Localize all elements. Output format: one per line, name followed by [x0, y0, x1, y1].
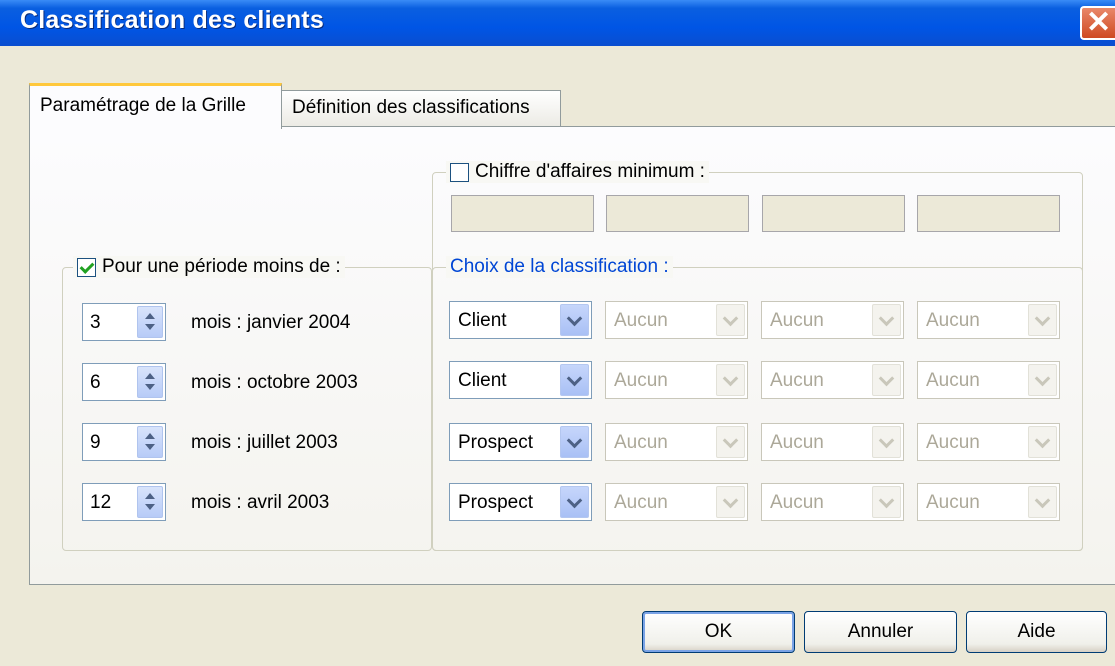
months-spinner-3[interactable]: 9: [82, 423, 166, 461]
chevron-down-icon[interactable]: [560, 364, 589, 396]
ok-button[interactable]: OK: [642, 611, 795, 653]
title-bar: Classification des clients ✕: [0, 0, 1115, 46]
close-icon: ✕: [1086, 6, 1112, 39]
revenue-group-legend: Chiffre d'affaires minimum :: [446, 161, 709, 183]
classification-select-r1c4: Aucun: [917, 301, 1060, 339]
revenue-field-1: [451, 195, 594, 232]
revenue-field-3: [762, 195, 905, 232]
classification-group-legend: Choix de la classification :: [446, 256, 673, 278]
classification-select-r3c2: Aucun: [605, 423, 748, 461]
spinner-arrows-icon[interactable]: [137, 486, 163, 518]
spinner-arrows-icon[interactable]: [137, 366, 163, 398]
classification-select-r1c1[interactable]: Client: [449, 301, 592, 339]
tab-parametrage-grille[interactable]: Paramétrage de la Grille: [29, 83, 282, 129]
chevron-down-icon: [1028, 304, 1057, 336]
classification-select-r2c1[interactable]: Client: [449, 361, 592, 399]
chevron-down-icon[interactable]: [560, 486, 589, 518]
chevron-down-icon[interactable]: [560, 304, 589, 336]
classification-select-r4c3: Aucun: [761, 483, 904, 521]
help-button[interactable]: Aide: [966, 611, 1107, 653]
revenue-field-2: [606, 195, 749, 232]
chevron-down-icon: [872, 364, 901, 396]
period-text-2: mois : octobre 2003: [191, 372, 358, 393]
months-spinner-4[interactable]: 12: [82, 483, 166, 521]
chevron-down-icon: [872, 486, 901, 518]
classification-label: Choix de la classification :: [450, 256, 669, 277]
classification-select-r1c2: Aucun: [605, 301, 748, 339]
classification-select-r3c1[interactable]: Prospect: [449, 423, 592, 461]
revenue-field-4: [917, 195, 1060, 232]
chevron-down-icon: [716, 304, 745, 336]
classification-select-r1c3: Aucun: [761, 301, 904, 339]
classification-select-r4c1[interactable]: Prospect: [449, 483, 592, 521]
revenue-label: Chiffre d'affaires minimum :: [475, 161, 705, 182]
cancel-button[interactable]: Annuler: [804, 611, 957, 653]
classification-select-r4c4: Aucun: [917, 483, 1060, 521]
classification-select-r2c3: Aucun: [761, 361, 904, 399]
period-text-4: mois : avril 2003: [191, 492, 330, 513]
classification-select-r2c2: Aucun: [605, 361, 748, 399]
classification-select-r4c2: Aucun: [605, 483, 748, 521]
chevron-down-icon: [872, 426, 901, 458]
window-title: Classification des clients: [20, 6, 324, 34]
chevron-down-icon: [1028, 486, 1057, 518]
chevron-down-icon: [872, 304, 901, 336]
spinner-arrows-icon[interactable]: [137, 306, 163, 338]
classification-select-r3c3: Aucun: [761, 423, 904, 461]
months-spinner-1[interactable]: 3: [82, 303, 166, 341]
close-button[interactable]: ✕: [1080, 6, 1115, 40]
classification-select-r2c4: Aucun: [917, 361, 1060, 399]
months-spinner-2[interactable]: 6: [82, 363, 166, 401]
chevron-down-icon: [716, 486, 745, 518]
period-group-legend: Pour une période moins de :: [73, 256, 345, 278]
classification-select-r3c4: Aucun: [917, 423, 1060, 461]
tab-definition-classifications[interactable]: Définition des classifications: [281, 90, 561, 126]
chevron-down-icon[interactable]: [560, 426, 589, 458]
revenue-checkbox[interactable]: [450, 162, 469, 182]
period-checkbox[interactable]: [77, 257, 96, 277]
chevron-down-icon: [716, 364, 745, 396]
period-text-1: mois : janvier 2004: [191, 312, 351, 333]
chevron-down-icon: [1028, 364, 1057, 396]
period-text-3: mois : juillet 2003: [191, 432, 338, 453]
chevron-down-icon: [1028, 426, 1057, 458]
spinner-arrows-icon[interactable]: [137, 426, 163, 458]
period-label: Pour une période moins de :: [102, 256, 341, 277]
chevron-down-icon: [716, 426, 745, 458]
